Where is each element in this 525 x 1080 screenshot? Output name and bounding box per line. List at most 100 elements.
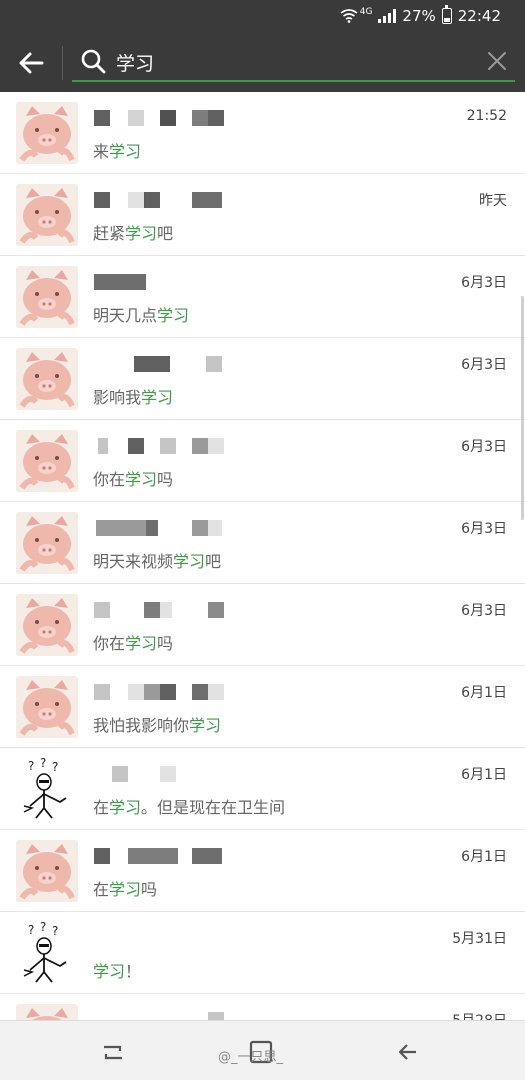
snippet-post: 吗: [157, 634, 174, 653]
search-header: 学习: [0, 34, 525, 92]
snippet-pre: 我怕我影响你: [93, 716, 190, 735]
search-query: 学习: [116, 53, 155, 75]
snippet-keyword: 学习: [109, 798, 142, 817]
svg-text:?: ?: [28, 923, 34, 937]
status-indicators: 4G 27% 22:42: [340, 5, 501, 25]
svg-text:?: ?: [52, 760, 58, 774]
back-nav-icon[interactable]: [392, 1037, 422, 1067]
snippet-post: 吗: [157, 470, 174, 489]
search-results-list: 21:52 来学习 昨天 赶紧学习吧 6月3日 明天几点学习 6月3日 影响我学习 6月3日 你…: [0, 92, 525, 1076]
watermark: @_一只思_: [218, 1050, 284, 1065]
snippet-keyword: 学习: [189, 716, 222, 735]
snippet-pre: 在: [93, 880, 110, 899]
back-arrow-icon[interactable]: [14, 48, 48, 78]
snippet-pre: 在: [93, 798, 110, 817]
message-snippet: 明天来视频学习吧: [93, 548, 221, 572]
message-snippet: 赶紧学习吧: [93, 220, 173, 244]
result-time: 6月3日: [461, 521, 507, 537]
contact-name-redacted: [94, 600, 244, 620]
search-result-row[interactable]: 6月3日你在学习吗: [0, 584, 525, 666]
result-time: 6月3日: [461, 275, 507, 291]
result-time: 6月1日: [461, 685, 507, 701]
snippet-keyword: 学习: [141, 388, 174, 407]
snippet-keyword: 学习: [173, 552, 206, 571]
result-time: 昨天: [479, 193, 507, 209]
search-result-row[interactable]: ??? 5月31日 学习！: [0, 912, 525, 994]
message-snippet: 你在学习吗: [93, 466, 173, 490]
battery-icon: [441, 5, 452, 24]
snippet-keyword: 学习: [109, 142, 142, 161]
snippet-pre: 赶紧: [93, 224, 126, 243]
snippet-post: 吧: [205, 552, 222, 571]
result-time: 6月3日: [461, 357, 507, 373]
recents-icon[interactable]: [98, 1037, 128, 1067]
result-time: 6月3日: [461, 603, 507, 619]
snippet-keyword: 学习: [109, 880, 142, 899]
message-snippet: 在学习。但是现在在卫生间: [93, 794, 285, 818]
snippet-post: ！: [125, 962, 142, 981]
scrollbar[interactable]: [521, 296, 524, 520]
svg-text:?: ?: [52, 924, 58, 938]
contact-name-redacted: [94, 928, 244, 948]
message-snippet: 我怕我影响你学习: [93, 712, 221, 736]
contact-name-redacted: [94, 682, 244, 702]
search-result-row[interactable]: 6月3日 你在学习吗: [0, 420, 525, 502]
pig-avatar: [16, 594, 78, 656]
contact-name-redacted: [94, 846, 244, 866]
result-time: 6月1日: [461, 767, 507, 783]
search-icon: [80, 48, 106, 74]
network-type: 4G: [359, 7, 373, 17]
doodle-avatar: ???: [16, 758, 78, 820]
search-result-row[interactable]: 6月1日在学习吗: [0, 830, 525, 912]
result-time: 6月1日: [461, 849, 507, 865]
svg-text:?: ?: [28, 759, 34, 773]
message-snippet: 来学习: [93, 138, 141, 162]
result-time: 6月3日: [461, 439, 507, 455]
pig-avatar: [16, 676, 78, 738]
clear-icon[interactable]: [486, 50, 508, 72]
search-result-row[interactable]: 6月3日明天几点学习: [0, 256, 525, 338]
snippet-pre: 来: [93, 142, 110, 161]
contact-name-redacted: [94, 272, 244, 292]
pig-avatar: [16, 840, 78, 902]
message-snippet: 影响我学习: [93, 384, 173, 408]
wifi-icon: [340, 9, 358, 23]
snippet-pre: 影响我: [93, 388, 142, 407]
contact-name-redacted: [94, 764, 244, 784]
contact-name-redacted: [94, 436, 244, 456]
snippet-pre: 你在: [93, 470, 126, 489]
message-snippet: 明天几点学习: [93, 302, 189, 326]
snippet-pre: 明天来视频: [93, 552, 174, 571]
pig-avatar: [16, 348, 78, 410]
message-snippet: 在学习吗: [93, 876, 157, 900]
pig-avatar: [16, 512, 78, 574]
search-underline: [72, 80, 515, 82]
search-result-row[interactable]: 6月3日影响我学习: [0, 338, 525, 420]
contact-name-redacted: [94, 354, 244, 374]
search-input[interactable]: 学习: [76, 42, 516, 82]
contact-name-redacted: [94, 108, 244, 128]
search-result-row[interactable]: 21:52 来学习: [0, 92, 525, 174]
doodle-avatar: ???: [16, 922, 78, 984]
snippet-post: 吗: [141, 880, 158, 899]
snippet-keyword: 学习: [125, 470, 158, 489]
search-result-row[interactable]: 6月3日 明天来视频学习吧: [0, 502, 525, 584]
search-result-row[interactable]: 昨天赶紧学习吧: [0, 174, 525, 256]
result-time: 5月31日: [452, 931, 507, 947]
pig-avatar: [16, 266, 78, 328]
message-snippet: 你在学习吗: [93, 630, 173, 654]
clock: 22:42: [457, 7, 501, 25]
result-time: 21:52: [466, 108, 507, 124]
search-result-row[interactable]: ??? 6月1日在学习。但是现在在卫生间: [0, 748, 525, 830]
search-result-row[interactable]: 6月1日我怕我影响你学习: [0, 666, 525, 748]
svg-text:?: ?: [40, 758, 46, 770]
header-divider: [62, 46, 63, 80]
pig-avatar: [16, 430, 78, 492]
status-bar: 4G 27% 22:42: [0, 0, 525, 34]
battery-percent: 27%: [402, 7, 436, 25]
snippet-keyword: 学习: [157, 306, 190, 325]
snippet-keyword: 学习: [125, 224, 158, 243]
snippet-post: 。但是现在在卫生间: [141, 798, 286, 817]
snippet-keyword: 学习: [125, 634, 158, 653]
snippet-pre: 明天几点: [93, 306, 158, 325]
